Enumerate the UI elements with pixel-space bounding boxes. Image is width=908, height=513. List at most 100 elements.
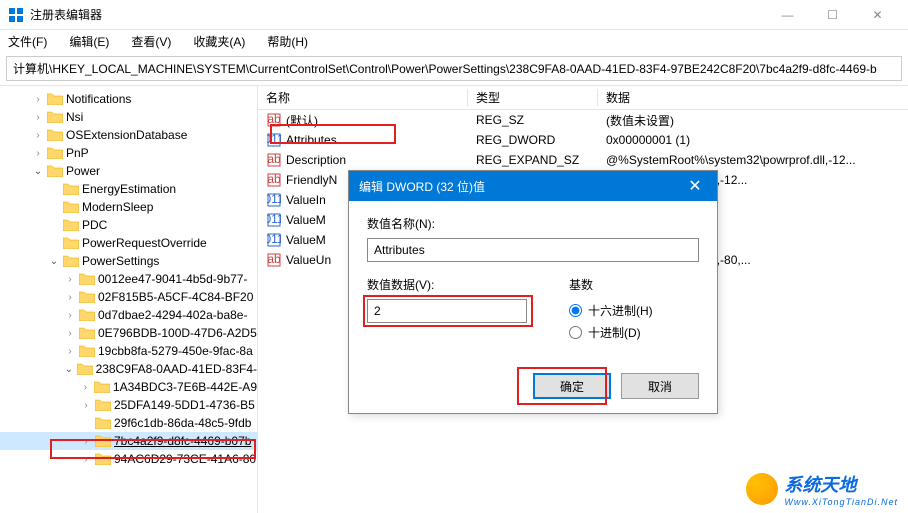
radio-dec[interactable]: [569, 326, 582, 339]
tree-node[interactable]: EnergyEstimation: [0, 180, 257, 198]
menu-favorites[interactable]: 收藏夹(A): [189, 33, 249, 50]
radio-dec-row[interactable]: 十进制(D): [569, 321, 699, 343]
twisty-open-icon[interactable]: ⌄: [32, 166, 44, 177]
tree-node[interactable]: › 7bc4a2f9-d8fc-4469-b07b: [0, 432, 257, 450]
value-name-input[interactable]: [367, 238, 699, 262]
tree-node[interactable]: ⌄Power: [0, 162, 257, 180]
tree-node[interactable]: ⌄PowerSettings: [0, 252, 257, 270]
twisty-closed-icon[interactable]: ›: [64, 310, 76, 321]
twisty-closed-icon[interactable]: ›: [80, 436, 92, 447]
folder-icon: [47, 92, 63, 106]
tree-node[interactable]: ›02F815B5-A5CF-4C84-BF20: [0, 288, 257, 306]
tree-node[interactable]: PowerRequestOverride: [0, 234, 257, 252]
twisty-closed-icon[interactable]: ›: [32, 112, 44, 123]
tree-node[interactable]: › Notifications: [0, 90, 257, 108]
menu-file[interactable]: 文件(F): [4, 33, 51, 50]
tree-node[interactable]: ⌄238C9FA8-0AAD-41ED-83F4-: [0, 360, 257, 378]
twisty-closed-icon[interactable]: ›: [80, 454, 92, 465]
col-header-name[interactable]: 名称: [258, 89, 468, 106]
tree-label: 94AC6D29-73CE-41A6-80: [114, 452, 256, 466]
list-row[interactable]: 011AttributesREG_DWORD0x00000001 (1): [258, 130, 908, 150]
folder-icon: [94, 380, 110, 394]
tree-label: 7bc4a2f9-d8fc-4469-b07b: [114, 434, 251, 448]
svg-text:ab: ab: [267, 173, 281, 186]
tree-node[interactable]: › 25DFA149-5DD1-4736-B5: [0, 396, 257, 414]
folder-icon: [63, 218, 79, 232]
tree-label: ModernSleep: [82, 200, 153, 214]
value-name-label: 数值名称(N):: [367, 215, 699, 232]
menu-help[interactable]: 帮助(H): [263, 33, 312, 50]
tree-node[interactable]: › Nsi: [0, 108, 257, 126]
twisty-closed-icon[interactable]: ›: [80, 382, 91, 393]
ok-button[interactable]: 确定: [533, 373, 611, 399]
twisty-closed-icon[interactable]: ›: [80, 400, 92, 411]
folder-icon: [63, 254, 79, 268]
tree-node[interactable]: PDC: [0, 216, 257, 234]
col-header-data[interactable]: 数据: [598, 89, 908, 106]
value-name: ValueIn: [286, 193, 326, 207]
twisty-closed-icon[interactable]: ›: [64, 328, 76, 339]
maximize-button[interactable]: ☐: [810, 0, 855, 30]
menu-view[interactable]: 查看(V): [127, 33, 175, 50]
tree-label: 25DFA149-5DD1-4736-B5: [114, 398, 255, 412]
tree-node[interactable]: › 0012ee47-9041-4b5d-9b77-: [0, 270, 257, 288]
twisty-closed-icon[interactable]: ›: [64, 274, 76, 285]
dialog-close-button[interactable]: ✕: [673, 171, 717, 201]
tree-node[interactable]: › 0E796BDB-100D-47D6-A2D5: [0, 324, 257, 342]
address-bar[interactable]: 计算机\HKEY_LOCAL_MACHINE\SYSTEM\CurrentCon…: [6, 56, 902, 81]
tree-pane[interactable]: ›Notifications›Nsi›OSExtensionDatabase›P…: [0, 86, 258, 513]
twisty-open-icon[interactable]: ⌄: [48, 256, 60, 267]
svg-text:ab: ab: [267, 113, 281, 126]
dword-value-icon: 011: [266, 233, 282, 247]
value-data: (数值未设置): [598, 112, 908, 129]
radio-hex-row[interactable]: 十六进制(H): [569, 299, 699, 321]
col-header-type[interactable]: 类型: [468, 89, 598, 106]
value-data-label: 数值数据(V):: [367, 276, 539, 293]
tree-node[interactable]: › PnP: [0, 144, 257, 162]
folder-icon: [79, 290, 95, 304]
tree-node[interactable]: ›OSExtensionDatabase: [0, 126, 257, 144]
tree-node[interactable]: › 19cbb8fa-5279-450e-9fac-8a: [0, 342, 257, 360]
dword-value-icon: 011: [266, 133, 282, 147]
folder-icon: [95, 416, 111, 430]
folder-icon: [77, 362, 93, 376]
tree-node[interactable]: 29f6c1db-86da-48c5-9fdb: [0, 414, 257, 432]
tree-node[interactable]: › 94AC6D29-73CE-41A6-80: [0, 450, 257, 468]
twisty-closed-icon[interactable]: ›: [32, 94, 44, 105]
tree-label: 19cbb8fa-5279-450e-9fac-8a: [98, 344, 253, 358]
tree-node[interactable]: ›0d7dbae2-4294-402a-ba8e-: [0, 306, 257, 324]
value-name: ValueUn: [286, 253, 331, 267]
value-data-input[interactable]: [367, 299, 527, 323]
svg-text:ab: ab: [267, 153, 281, 166]
tree-node[interactable]: ›1A34BDC3-7E6B-442E-A9: [0, 378, 257, 396]
tree-label: Notifications: [66, 92, 131, 106]
twisty-closed-icon[interactable]: ›: [32, 130, 44, 141]
twisty-open-icon[interactable]: ⌄: [64, 364, 74, 375]
dialog-title: 编辑 DWORD (32 位)值: [359, 178, 673, 195]
window-title: 注册表编辑器: [30, 6, 765, 23]
svg-text:011: 011: [267, 193, 281, 206]
watermark-globe-icon: [746, 473, 778, 505]
tree-label: 0012ee47-9041-4b5d-9b77-: [98, 272, 247, 286]
folder-icon: [79, 326, 95, 340]
close-button[interactable]: ✕: [855, 0, 900, 30]
menu-edit[interactable]: 编辑(E): [65, 33, 113, 50]
tree-label: 0E796BDB-100D-47D6-A2D5: [98, 326, 257, 340]
radio-dec-label: 十进制(D): [588, 324, 641, 341]
list-row[interactable]: abDescriptionREG_EXPAND_SZ@%SystemRoot%\…: [258, 150, 908, 170]
svg-text:011: 011: [267, 133, 281, 146]
tree-label: Nsi: [66, 110, 83, 124]
app-icon: [8, 7, 24, 23]
cancel-button[interactable]: 取消: [621, 373, 699, 399]
twisty-closed-icon[interactable]: ›: [64, 346, 76, 357]
dialog-title-bar[interactable]: 编辑 DWORD (32 位)值 ✕: [349, 171, 717, 201]
tree-label: EnergyEstimation: [82, 182, 176, 196]
list-row[interactable]: ab(默认)REG_SZ(数值未设置): [258, 110, 908, 130]
twisty-closed-icon[interactable]: ›: [32, 148, 44, 159]
radio-hex[interactable]: [569, 304, 582, 317]
tree-node[interactable]: ModernSleep: [0, 198, 257, 216]
tree-label: PnP: [66, 146, 89, 160]
twisty-closed-icon[interactable]: ›: [64, 292, 76, 303]
minimize-button[interactable]: —: [765, 0, 810, 30]
folder-icon: [47, 146, 63, 160]
